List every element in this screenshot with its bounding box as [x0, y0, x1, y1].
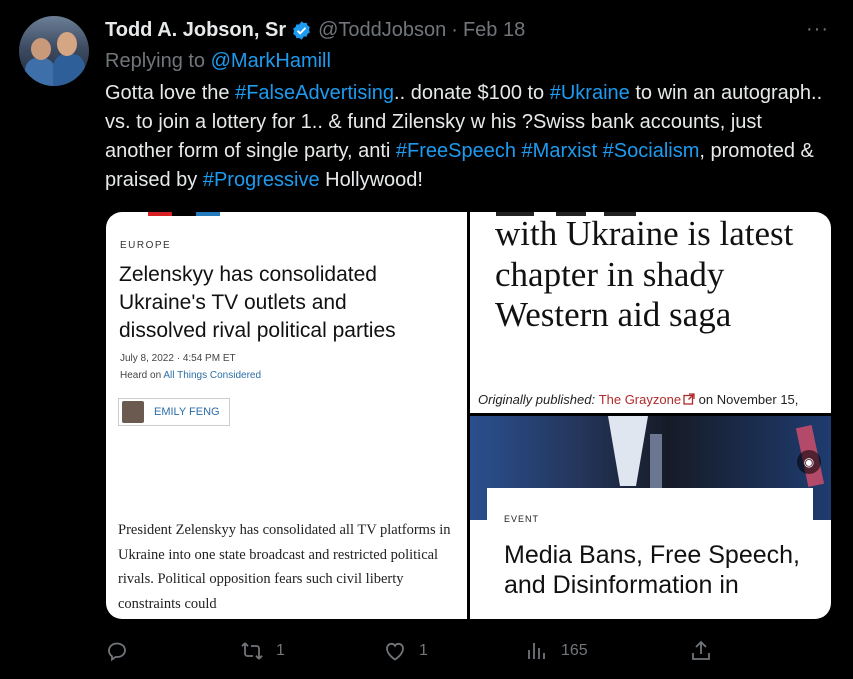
npr-heard-on-program: All Things Considered — [163, 370, 262, 381]
tweet-date[interactable]: Feb 18 — [463, 19, 525, 42]
hashtag-freespeech[interactable]: #FreeSpeech — [396, 140, 516, 162]
tweet-text: Gotta love the #FalseAdvertising.. donat… — [105, 79, 825, 195]
media-image-event[interactable]: ◉ EVENT Media Bans, Free Speech, and Dis… — [470, 416, 831, 619]
avatar[interactable] — [19, 16, 89, 86]
npr-body-text: President Zelenskyy has consolidated all… — [118, 522, 451, 612]
grayzone-origin-source: The Grayzone — [598, 392, 682, 407]
reply-button[interactable] — [105, 636, 141, 666]
share-icon — [692, 640, 710, 660]
reply-icon — [108, 642, 126, 662]
retweet-button[interactable]: 1 — [240, 636, 285, 666]
media-grid: EUROPE Zelenskyy has consolidated Ukrain… — [106, 212, 831, 619]
grayzone-origin: Originally published: The Grayzone on No… — [478, 392, 798, 407]
separator-dot: · — [451, 18, 458, 41]
npr-heard-on: Heard on All Things Considered — [120, 370, 261, 381]
event-label: EVENT — [504, 514, 540, 524]
hashtag-socialism[interactable]: #Socialism — [603, 140, 700, 162]
event-card: EVENT Media Bans, Free Speech, and Disin… — [487, 488, 813, 619]
heart-icon — [386, 642, 404, 661]
retweet-icon — [241, 642, 263, 660]
hashtag-falseadvertising[interactable]: #FalseAdvertising — [235, 82, 394, 104]
like-button[interactable]: 1 — [383, 636, 428, 666]
hashtag-marxist[interactable]: #Marxist — [522, 140, 598, 162]
grayzone-origin-suffix: on November 15, — [695, 392, 799, 407]
hashtag-ukraine[interactable]: #Ukraine — [550, 82, 630, 104]
hashtag-progressive[interactable]: #Progressive — [203, 169, 320, 191]
event-title: Media Bans, Free Speech, and Disinformat… — [504, 541, 800, 599]
npr-color-bar — [148, 212, 220, 216]
replying-to: Replying to @MarkHamill — [105, 50, 331, 73]
npr-headline: Zelenskyy has consolidated Ukraine's TV … — [119, 263, 396, 342]
action-bar: 1 1 165 — [105, 636, 825, 666]
npr-author-tag: EMILY FENG — [118, 398, 230, 426]
replying-to-prefix: Replying to — [105, 50, 206, 72]
grayzone-title: with Ukraine is latest chapter in shady … — [495, 214, 794, 334]
replying-to-mention[interactable]: @MarkHamill — [211, 50, 331, 72]
media-image-grayzone-article[interactable]: with Ukraine is latest chapter in shady … — [470, 212, 831, 413]
camera-icon: ◉ — [797, 450, 821, 474]
views-button[interactable]: 165 — [525, 636, 588, 666]
npr-date: July 8, 2022 · 4:54 PM ET — [120, 353, 236, 364]
views-chart-icon — [528, 643, 545, 659]
npr-section: EUROPE — [120, 240, 172, 251]
tweet-text-part: .. donate $100 to — [394, 82, 550, 104]
npr-heard-on-prefix: Heard on — [120, 370, 164, 381]
author-name[interactable]: Todd A. Jobson, Sr — [105, 19, 286, 42]
media-divider-horizontal — [470, 413, 831, 416]
npr-author-name: EMILY FENG — [154, 406, 220, 418]
like-count: 1 — [419, 642, 428, 659]
share-button[interactable] — [689, 636, 713, 666]
verified-badge-icon — [293, 20, 311, 40]
tweet-text-part: Gotta love the — [105, 82, 236, 104]
tweet-text-part: Hollywood! — [319, 169, 423, 191]
grayzone-origin-prefix: Originally published: — [478, 392, 599, 407]
views-count: 165 — [561, 642, 588, 659]
media-image-npr-article[interactable]: EUROPE Zelenskyy has consolidated Ukrain… — [106, 212, 467, 619]
more-options-icon[interactable]: ··· — [806, 18, 829, 41]
retweet-count: 1 — [276, 642, 285, 659]
author-handle[interactable]: @ToddJobson — [318, 19, 446, 42]
tweet-header: Todd A. Jobson, Sr @ToddJobson · Feb 18 — [105, 17, 525, 43]
npr-author-photo — [122, 401, 144, 423]
external-link-icon — [683, 393, 695, 405]
